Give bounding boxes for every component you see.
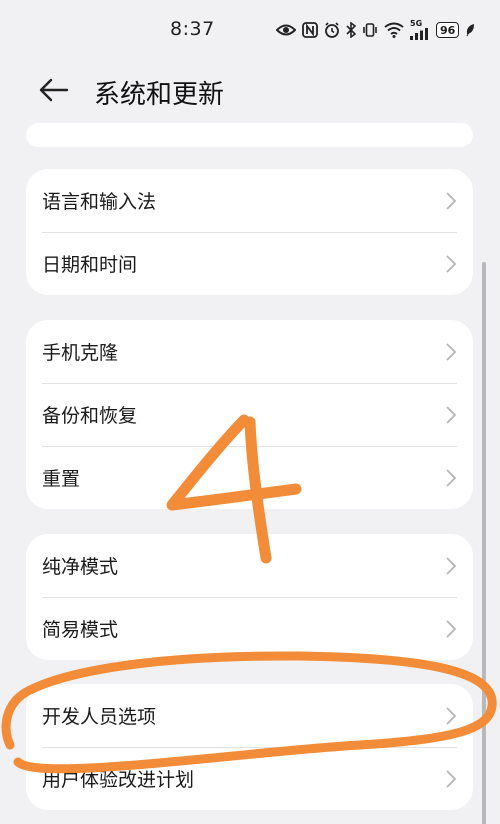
settings-group-4: 开发人员选项 用户体验改进计划 xyxy=(26,684,473,810)
list-item-date-time[interactable]: 日期和时间 xyxy=(26,232,473,295)
list-item-label: 备份和恢复 xyxy=(42,405,138,427)
eye-icon xyxy=(276,23,296,37)
list-item-developer-options[interactable]: 开发人员选项 xyxy=(26,684,473,747)
list-item-label: 纯净模式 xyxy=(42,556,119,578)
list-item-label: 重置 xyxy=(42,468,81,490)
network-label: 5G xyxy=(410,19,423,28)
settings-group-2: 手机克隆 备份和恢复 重置 xyxy=(26,320,473,509)
back-button[interactable] xyxy=(34,72,74,108)
card-edge xyxy=(26,123,473,147)
chevron-right-icon xyxy=(446,254,457,273)
list-item-label: 开发人员选项 xyxy=(42,706,157,728)
list-item-label: 简易模式 xyxy=(42,619,119,641)
list-item-label: 日期和时间 xyxy=(42,254,138,276)
chevron-right-icon xyxy=(446,706,457,725)
chevron-right-icon xyxy=(446,769,457,788)
battery-level: 96 xyxy=(440,23,456,37)
list-item-language-input[interactable]: 语言和输入法 xyxy=(26,169,473,232)
list-item-simple-mode[interactable]: 简易模式 xyxy=(26,597,473,660)
list-item-user-experience-program[interactable]: 用户体验改进计划 xyxy=(26,747,473,810)
bluetooth-icon xyxy=(346,22,356,38)
nfc-icon xyxy=(302,22,318,38)
status-icons: 5G 96 xyxy=(276,17,475,43)
vibrate-icon xyxy=(362,22,378,38)
leaf-icon xyxy=(465,23,475,37)
list-item-label: 用户体验改进计划 xyxy=(42,769,195,791)
chevron-right-icon xyxy=(446,468,457,487)
signal-icon: 5G xyxy=(410,20,430,40)
chevron-right-icon xyxy=(446,191,457,210)
list-item-phone-clone[interactable]: 手机克隆 xyxy=(26,320,473,383)
list-item-reset[interactable]: 重置 xyxy=(26,446,473,509)
arrow-left-icon xyxy=(39,78,69,102)
status-time: 8:37 xyxy=(170,18,215,40)
list-item-label: 手机克隆 xyxy=(42,342,119,364)
settings-group-3: 纯净模式 简易模式 xyxy=(26,534,473,660)
status-bar: 8:37 5G 96 xyxy=(0,0,500,58)
page-title: 系统和更新 xyxy=(94,80,225,110)
scrollbar[interactable] xyxy=(482,262,486,824)
chevron-right-icon xyxy=(446,405,457,424)
page-header: 系统和更新 xyxy=(0,62,500,118)
list-item-pure-mode[interactable]: 纯净模式 xyxy=(26,534,473,597)
chevron-right-icon xyxy=(446,556,457,575)
chevron-right-icon xyxy=(446,342,457,361)
alarm-icon xyxy=(324,22,340,38)
chevron-right-icon xyxy=(446,619,457,638)
settings-group-1: 语言和输入法 日期和时间 xyxy=(26,169,473,295)
list-item-label: 语言和输入法 xyxy=(42,191,157,213)
settings-screen: 8:37 5G 96 系统和更新 语言和输入法 日期和时间 手机克隆 备份和恢复… xyxy=(0,0,500,824)
wifi-icon xyxy=(384,22,404,38)
list-item-backup-restore[interactable]: 备份和恢复 xyxy=(26,383,473,446)
battery-icon: 96 xyxy=(436,22,460,38)
